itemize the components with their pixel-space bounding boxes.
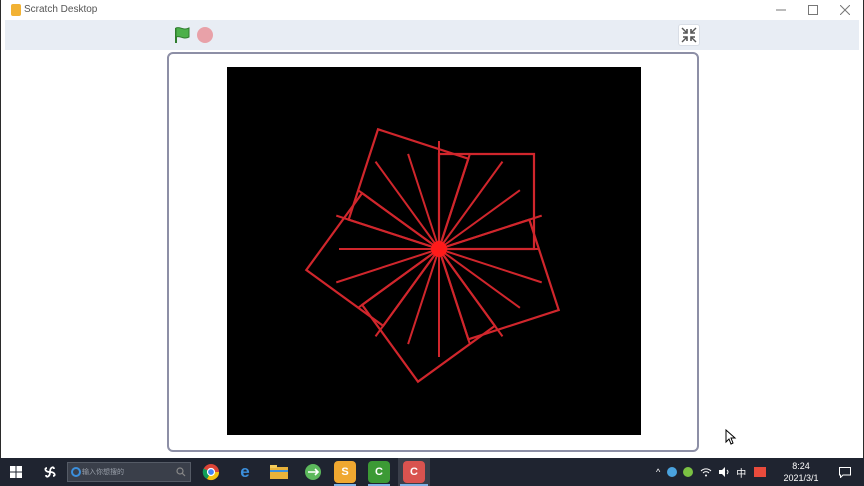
start-button[interactable] [2, 458, 30, 486]
edge-taskbar-button[interactable]: e [232, 458, 258, 486]
network-app-icon[interactable] [666, 466, 678, 478]
windows-taskbar: 输入你想搜的 e S C C ^ 中 8:24 2021/3/1 [0, 458, 864, 486]
scratch-taskbar-button[interactable]: S [332, 458, 358, 486]
pen-spoke [438, 248, 521, 309]
camtasia-icon: C [368, 461, 390, 483]
wifi-icon[interactable] [700, 466, 712, 478]
pen-spoke [407, 248, 440, 345]
camtasia-recorder-icon: C [403, 461, 425, 483]
input-tool-icon[interactable] [754, 466, 767, 478]
windows-start-icon [10, 466, 22, 478]
show-hidden-icons-icon[interactable]: ^ [656, 467, 660, 477]
close-button[interactable] [829, 0, 861, 20]
window-title: Scratch Desktop [24, 4, 98, 15]
scratch-desktop-window: Scratch Desktop [0, 0, 864, 458]
notification-icon [839, 466, 851, 478]
taskbar-search-box[interactable]: 输入你想搜的 [67, 462, 191, 482]
file-explorer-taskbar-button[interactable] [266, 458, 292, 486]
file-explorer-icon [270, 465, 288, 479]
search-icon [176, 467, 186, 477]
minimize-button[interactable] [765, 0, 797, 20]
pen-spoke [335, 248, 440, 284]
pen-spoke [335, 214, 440, 250]
pen-square [437, 218, 561, 341]
camtasia-taskbar-button[interactable]: C [366, 458, 392, 486]
edge-icon: e [240, 462, 250, 481]
stage-frame [167, 52, 699, 452]
pen-square [304, 191, 441, 328]
chrome-icon [202, 464, 220, 481]
pen-center-dot [431, 241, 447, 257]
taskbar-clock[interactable]: 8:24 2021/3/1 [776, 460, 826, 484]
ime-indicator[interactable]: 中 [736, 465, 746, 480]
assistant-button[interactable] [36, 458, 64, 486]
search-placeholder: 输入你想搜的 [82, 469, 124, 476]
pen-spoke [374, 248, 440, 337]
volume-icon[interactable] [718, 466, 730, 478]
camtasia-recorder-taskbar-button[interactable]: C [398, 458, 430, 486]
pinwheel-icon [44, 466, 56, 478]
edge-search-icon [71, 467, 81, 477]
pen-spoke [407, 153, 440, 250]
pen-spoke [438, 248, 543, 284]
pen-spoke [357, 189, 440, 250]
pen-spoke [357, 248, 440, 309]
system-tray: ^ 中 [656, 458, 767, 486]
exit-fullscreen-button[interactable] [678, 24, 700, 46]
stage-canvas[interactable] [227, 67, 641, 435]
green-flag-icon[interactable] [173, 26, 191, 44]
pen-square [437, 152, 536, 251]
pen-square [347, 127, 470, 251]
clock-date: 2021/3/1 [783, 473, 819, 483]
pen-spoke [374, 161, 440, 250]
pen-spoke [438, 189, 521, 250]
scratch-icon: S [334, 461, 356, 483]
action-center-button[interactable] [834, 458, 856, 486]
pen-spoke [438, 214, 543, 250]
green-app-icon [305, 464, 321, 480]
pen-spoke [438, 161, 504, 250]
minimize-icon [776, 9, 786, 11]
pen-spoke [438, 248, 471, 345]
exit-fullscreen-icon [681, 27, 697, 43]
stage-toolbar [5, 20, 859, 50]
pen-square [360, 247, 497, 384]
green-app-taskbar-button[interactable] [300, 458, 326, 486]
title-bar[interactable]: Scratch Desktop [1, 0, 863, 20]
pen-spoke [438, 153, 471, 250]
mouse-cursor-icon [725, 429, 737, 445]
pen-spoke [438, 248, 504, 337]
maximize-icon [808, 5, 818, 15]
security-app-icon[interactable] [682, 466, 694, 478]
chrome-taskbar-button[interactable] [198, 458, 224, 486]
stop-sign-icon[interactable] [197, 27, 213, 43]
pen-drawing [304, 127, 561, 384]
close-icon [840, 5, 850, 15]
scratch-app-icon [11, 4, 21, 16]
maximize-button[interactable] [797, 0, 829, 20]
clock-time: 8:24 [792, 461, 810, 471]
